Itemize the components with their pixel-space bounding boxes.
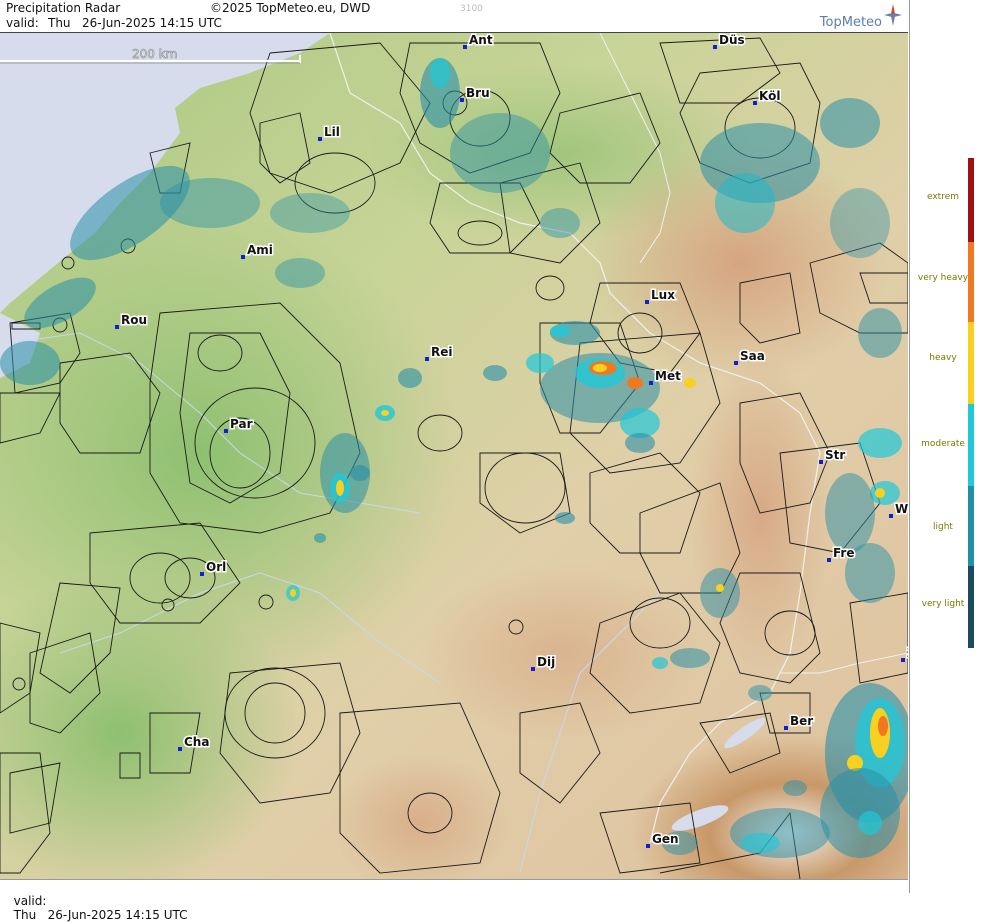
legend-swatch-extrem xyxy=(968,158,974,242)
compass-icon xyxy=(884,4,902,26)
valid-time: Thu 26-Jun-2025 14:15 UTC xyxy=(48,16,222,30)
legend-swatch-very-heavy xyxy=(968,242,974,322)
city-dot xyxy=(178,747,182,751)
footer-valid-time: Thu 26-Jun-2025 14:15 UTC xyxy=(13,908,188,922)
city-label: Par xyxy=(230,417,253,431)
legend-swatch-very-light xyxy=(968,566,974,648)
city-label: Gen xyxy=(652,832,679,846)
city-dot xyxy=(241,255,245,259)
city-dot xyxy=(901,658,905,662)
precipitation-legend: extrem very heavy heavy moderate light v… xyxy=(909,0,1000,893)
city-dot xyxy=(463,45,467,49)
footer-valid-label: valid: xyxy=(13,894,47,908)
map-footer: valid: Thu 26-Jun-2025 14:15 UTC xyxy=(0,879,908,922)
city-label: Düs xyxy=(719,33,745,47)
legend-label-heavy: heavy xyxy=(929,353,957,363)
city-label: Met xyxy=(655,369,681,383)
city-label: Ami xyxy=(247,243,273,257)
faint-number: 3100 xyxy=(460,4,483,14)
city-label: Fre xyxy=(833,546,855,560)
city-label: Z xyxy=(907,646,908,660)
legend-label-moderate: moderate xyxy=(921,439,965,449)
legend-swatch-light xyxy=(968,486,974,566)
scale-label: 200 km xyxy=(132,47,177,61)
city-label: Rou xyxy=(121,313,147,327)
city-label: Str xyxy=(825,448,845,462)
city-label: Lil xyxy=(324,125,340,139)
legend-label-very-heavy: very heavy xyxy=(917,273,969,283)
city-dot xyxy=(645,300,649,304)
city-dot xyxy=(713,45,717,49)
legend-swatch-moderate xyxy=(968,404,974,486)
city-dot xyxy=(425,357,429,361)
map-title: Precipitation Radar xyxy=(6,1,121,15)
city-dot xyxy=(649,381,653,385)
legend-label-very-light: very light xyxy=(921,599,965,609)
legend-swatch-heavy xyxy=(968,322,974,404)
city-dot xyxy=(889,514,893,518)
copyright-text: ©2025 TopMeteo.eu, DWD xyxy=(210,1,371,15)
city-label: Köl xyxy=(759,89,780,103)
map-canvas: 200 km AntAnt DüsDüsBruBru KölKölLilLilAmi… xyxy=(0,33,908,879)
city-dot xyxy=(819,460,823,464)
city-dot xyxy=(224,429,228,433)
city-label: Orl xyxy=(206,560,226,574)
city-dot xyxy=(531,667,535,671)
city-label: Dij xyxy=(537,655,555,669)
valid-label: valid: xyxy=(6,16,39,30)
city-dot xyxy=(734,361,738,365)
city-label: Ber xyxy=(790,714,813,728)
city-dot xyxy=(646,844,650,848)
city-label: Rei xyxy=(431,345,453,359)
legend-label-extrem: extrem xyxy=(926,192,960,202)
city-dot xyxy=(460,98,464,102)
city-dot xyxy=(318,137,322,141)
city-dot xyxy=(115,325,119,329)
city-dot xyxy=(784,726,788,730)
city-label: Cha xyxy=(184,735,209,749)
city-dot xyxy=(753,101,757,105)
brand-name: TopMeteo xyxy=(819,15,882,30)
city-label: Saa xyxy=(740,349,765,363)
city-dot xyxy=(827,558,831,562)
radar-map[interactable]: 200 km Ant Ant Düs Düs Bru Bru Köl Köl Lil Lil Ami… xyxy=(0,33,908,879)
legend-label-light: light xyxy=(933,522,953,532)
city-dot xyxy=(200,572,204,576)
city-label: Lux xyxy=(651,288,675,302)
city-label: W xyxy=(895,502,908,516)
brand-logo: TopMeteo xyxy=(792,2,902,30)
city-label: Bru xyxy=(466,86,490,100)
map-header: Precipitation Radar ©2025 TopMeteo.eu, D… xyxy=(0,0,908,33)
city-label: Ant xyxy=(469,33,493,47)
